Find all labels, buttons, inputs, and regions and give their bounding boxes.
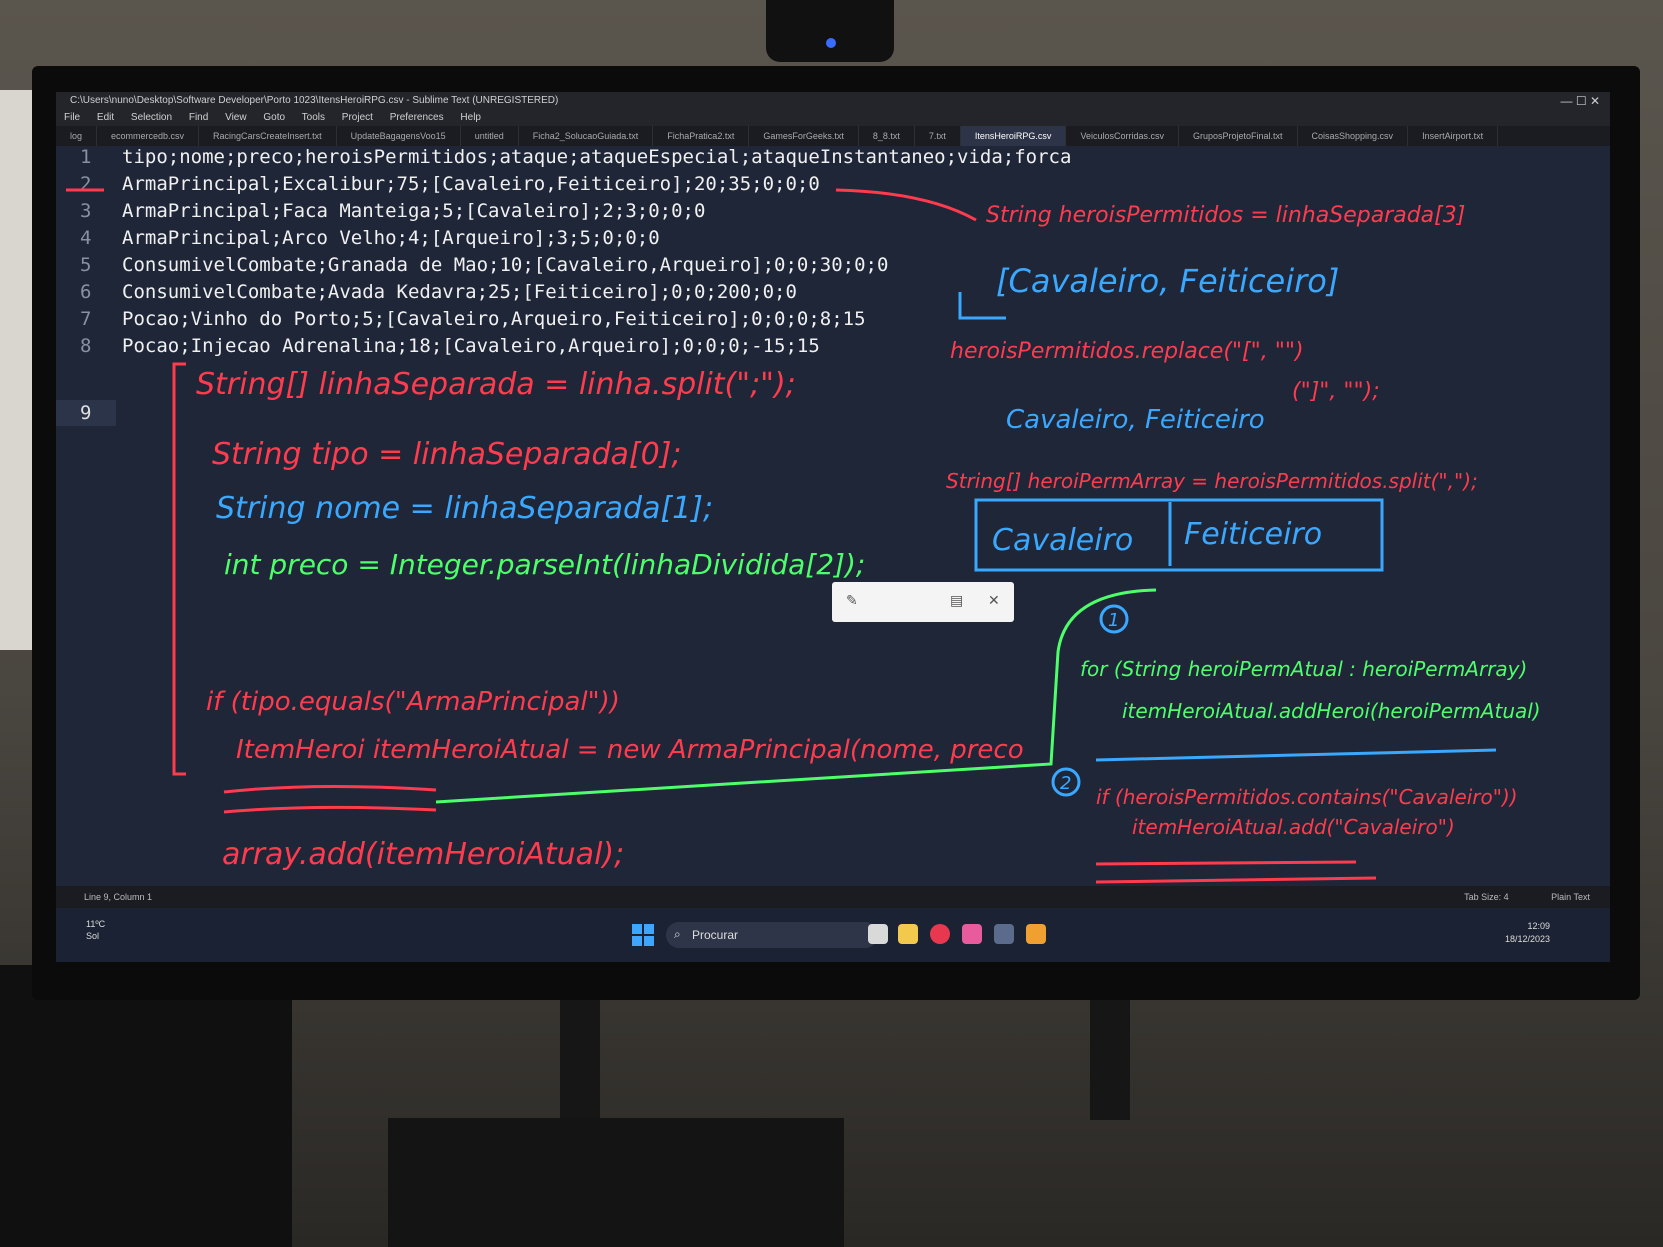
hw-addheroi-line: itemHeroiAtual.addHeroi(heroiPermAtual) bbox=[1122, 699, 1541, 723]
pen-toolbar-popup[interactable]: ✎ ▤ ✕ bbox=[832, 582, 1014, 622]
hw-if-contains-line: if (heroisPermitidos.contains("Cavaleiro… bbox=[1096, 785, 1518, 809]
hw-box-feiticeiro: Feiticeiro bbox=[1184, 517, 1322, 552]
underline-4 bbox=[1095, 876, 1377, 884]
windows-start-icon[interactable] bbox=[632, 924, 654, 946]
hw-nome-line: String nome = linhaSeparada[1]; bbox=[216, 491, 713, 526]
hw-herois-permitidos-line: String heroisPermitidos = linhaSeparada[… bbox=[986, 203, 1465, 228]
hw-num-1: 1 bbox=[1108, 610, 1119, 631]
weather-desc: Sol bbox=[86, 931, 100, 941]
hw-replace-line-1: heroisPermitidos.replace("[", "") bbox=[950, 339, 1304, 364]
search-icon: ⌕ bbox=[674, 927, 681, 941]
hw-array-add-line: array.add(itemHeroiAtual); bbox=[222, 837, 624, 872]
underline-3 bbox=[1095, 860, 1357, 866]
tv-screen: C:\Users\nuno\Desktop\Software Developer… bbox=[56, 92, 1610, 962]
opera-icon[interactable] bbox=[930, 924, 950, 944]
foreground-monitor-left bbox=[0, 965, 292, 1247]
clock-time: 12:09 bbox=[1527, 921, 1550, 931]
clock-date: 18/12/2023 bbox=[1504, 934, 1550, 944]
status-tab-size[interactable]: Tab Size: 4 bbox=[1464, 892, 1509, 902]
hw-add-cavaleiro-line: itemHeroiAtual.add("Cavaleiro") bbox=[1132, 815, 1455, 839]
weather-temp: 11ºC bbox=[86, 919, 106, 929]
tv-stand-right bbox=[1090, 1000, 1130, 1120]
hw-split-line: String[] linhaSeparada = linha.split(";"… bbox=[196, 367, 796, 402]
hw-replace-line-2: ("]", ""); bbox=[1292, 379, 1380, 404]
system-clock[interactable]: 12:09 18/12/2023 bbox=[1505, 920, 1550, 946]
hw-for-line: for (String heroiPermAtual : heroiPermAr… bbox=[1080, 657, 1527, 681]
left-bracket-stroke bbox=[172, 362, 186, 776]
hw-split-array-line: String[] heroiPermArray = heroisPermitid… bbox=[946, 469, 1478, 493]
status-bar: Line 9, Column 1 Tab Size: 4 Plain Text bbox=[56, 886, 1610, 908]
hw-box-cavaleiro: Cavaleiro bbox=[992, 523, 1133, 558]
status-right: Tab Size: 4 Plain Text bbox=[1464, 886, 1590, 908]
webcam bbox=[766, 0, 894, 62]
task-view-icon[interactable] bbox=[868, 924, 888, 944]
blue-underline bbox=[1095, 748, 1497, 762]
weather-widget[interactable]: 11ºC Sol bbox=[86, 918, 105, 942]
tv-stand-left bbox=[560, 1000, 600, 1120]
file-explorer-icon[interactable] bbox=[898, 924, 918, 944]
ipc-app-icon[interactable] bbox=[994, 924, 1014, 944]
taskbar-search[interactable]: Procurar bbox=[666, 922, 878, 948]
webcam-light bbox=[826, 38, 836, 48]
hw-if-line: if (tipo.equals("ArmaPrincipal")) bbox=[206, 687, 620, 717]
underline-1 bbox=[223, 784, 437, 794]
windows-taskbar: 11ºC Sol Procurar ⌕ 12:09 18/12/2023 bbox=[56, 908, 1610, 962]
close-icon[interactable]: ✕ bbox=[988, 592, 1000, 609]
hw-tipo-line: String tipo = linhaSeparada[0]; bbox=[212, 437, 682, 472]
hw-new-line: ItemHeroi itemHeroiAtual = new ArmaPrinc… bbox=[236, 735, 1024, 765]
arrow-to-split-stroke bbox=[835, 188, 977, 222]
hw-num-2: 2 bbox=[1060, 773, 1071, 794]
hw-preco-line: int preco = Integer.parseInt(linhaDividi… bbox=[224, 548, 865, 581]
sublime-text-icon[interactable] bbox=[1026, 924, 1046, 944]
whiteboard-app-icon[interactable] bbox=[962, 924, 982, 944]
hw-cav-feit: Cavaleiro, Feiticeiro bbox=[1006, 405, 1265, 435]
handwriting-layer: String[] linhaSeparada = linha.split(";"… bbox=[66, 188, 1541, 884]
hw-bracket-array: [Cavaleiro, Feiticeiro] bbox=[996, 262, 1339, 300]
foreground-monitor-center bbox=[388, 1118, 844, 1247]
status-position: Line 9, Column 1 bbox=[84, 892, 153, 902]
status-syntax[interactable]: Plain Text bbox=[1551, 892, 1590, 902]
save-icon[interactable]: ▤ bbox=[950, 592, 963, 609]
underline-2 bbox=[223, 805, 437, 814]
pen-icon[interactable]: ✎ bbox=[846, 592, 858, 609]
